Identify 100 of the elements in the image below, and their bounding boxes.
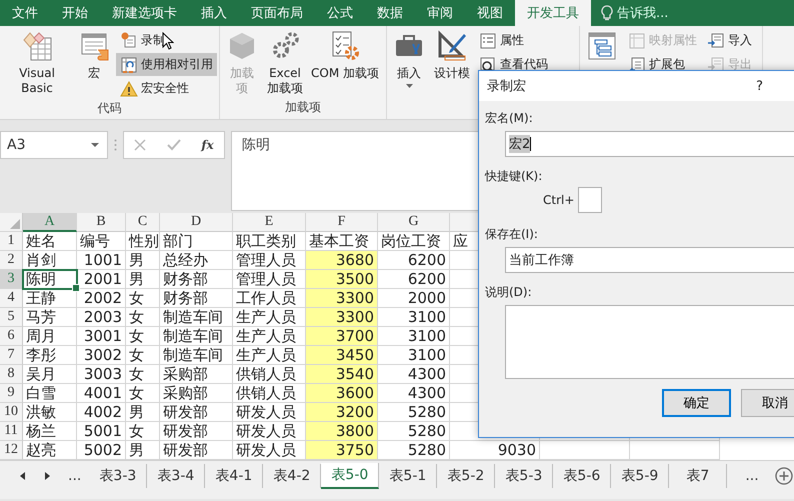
tell-me-search[interactable]: 告诉我... xyxy=(591,0,678,26)
insert-function-button[interactable]: fx xyxy=(201,138,214,152)
field-label: 说明(D): xyxy=(485,284,533,301)
row-header[interactable]: 5 xyxy=(0,308,23,327)
row-header[interactable]: 10 xyxy=(0,403,23,422)
ribbon-tab[interactable]: 文件 xyxy=(0,0,50,26)
table-cell: 采购部 xyxy=(160,384,233,403)
ribbon-button[interactable]: Excel 加载项 xyxy=(264,26,306,99)
column-header[interactable]: E xyxy=(233,213,306,232)
sheet-tab[interactable]: 表4-1 xyxy=(205,464,264,488)
scroll-right-icon[interactable] xyxy=(45,472,50,480)
relative-reference-icon xyxy=(120,56,138,74)
tree-table-icon xyxy=(586,30,618,62)
add-sheet-icon[interactable] xyxy=(774,466,793,484)
ribbon-tab[interactable]: 新建选项卡 xyxy=(100,0,189,26)
select-all-icon[interactable] xyxy=(10,219,20,229)
input-field[interactable]: 当前工作簿 xyxy=(505,247,794,273)
column-header[interactable]: F xyxy=(306,213,378,232)
ribbon-button[interactable]: 导入 xyxy=(703,29,756,52)
sheet-tab[interactable]: 表5-6 xyxy=(553,464,612,488)
table-cell: 4002 xyxy=(77,403,126,422)
ribbon-button[interactable]: 属性 xyxy=(475,29,552,52)
table-cell: 王静 xyxy=(23,289,77,308)
table-cell: 3001 xyxy=(77,327,126,346)
table-cell: 部门 xyxy=(160,232,233,251)
table-cell: 吴月 xyxy=(23,365,77,384)
table-cell[interactable]: 陈明 xyxy=(23,270,77,289)
input-field[interactable]: 宏2 xyxy=(505,131,794,157)
table-cell: 3800 xyxy=(306,422,378,441)
table-cell: 3540 xyxy=(306,365,378,384)
table-cell: 5280 xyxy=(378,422,450,441)
name-box[interactable]: A3 xyxy=(0,131,108,159)
ribbon-tab[interactable]: 插入 xyxy=(189,0,239,26)
table-cell: 3450 xyxy=(306,346,378,365)
sheet-tab[interactable]: 表3-4 xyxy=(147,464,206,488)
import-icon xyxy=(707,32,725,50)
sheet-tab[interactable]: 表5-9 xyxy=(611,464,670,488)
more-sheets-button[interactable]: ... xyxy=(68,468,82,484)
row-header[interactable]: 1 xyxy=(0,232,23,251)
checkmark-icon[interactable] xyxy=(166,139,181,151)
ribbon-tab[interactable]: 开始 xyxy=(50,0,100,26)
row-header[interactable]: 4 xyxy=(0,289,23,308)
table-cell: 女 xyxy=(126,346,160,365)
more-sheets-button[interactable]: ... xyxy=(745,468,759,484)
row-header[interactable]: 12 xyxy=(0,441,23,460)
table-cell: 性别 xyxy=(126,232,160,251)
ribbon-button[interactable]: 插入 xyxy=(389,26,429,99)
row-header[interactable]: 7 xyxy=(0,346,23,365)
table-cell: 2001 xyxy=(77,270,126,289)
sheet-tab[interactable]: 表5-0 xyxy=(321,462,380,488)
help-button[interactable]: ? xyxy=(756,78,763,94)
cancel-button[interactable]: 取消 xyxy=(740,389,794,417)
table-cell: 洪敏 xyxy=(23,403,77,422)
column-header[interactable]: B xyxy=(77,213,126,232)
description-field[interactable] xyxy=(505,305,794,379)
ribbon-button[interactable]: 使用相对引用 xyxy=(116,53,217,76)
ribbon-button[interactable]: 宏 xyxy=(74,26,114,100)
table-cell: 制造车间 xyxy=(160,346,233,365)
table-cell: 男 xyxy=(126,270,160,289)
table-cell: 肖剑 xyxy=(23,251,77,270)
cancel-icon[interactable] xyxy=(134,139,146,151)
ribbon-button[interactable]: 设计模 xyxy=(431,26,473,99)
shortcut-prefix: Ctrl+ xyxy=(543,193,574,207)
ribbon-tab[interactable]: 公式 xyxy=(315,0,365,26)
column-header[interactable]: G xyxy=(378,213,450,232)
row-header[interactable]: 2 xyxy=(0,251,23,270)
scroll-left-icon[interactable] xyxy=(20,472,25,480)
table-cell: 编号 xyxy=(77,232,126,251)
ribbon-tab[interactable]: 开发工具 xyxy=(515,0,591,26)
sheet-tab[interactable]: 表3-3 xyxy=(89,464,148,488)
row-header[interactable]: 6 xyxy=(0,327,23,346)
column-header[interactable]: D xyxy=(160,213,233,232)
row-header[interactable]: 9 xyxy=(0,384,23,403)
ok-button[interactable]: 确定 xyxy=(662,389,731,417)
ribbon-tab[interactable]: 数据 xyxy=(365,0,415,26)
ribbon-button[interactable]: 宏安全性 xyxy=(116,77,217,100)
mouse-cursor-icon xyxy=(162,32,174,51)
column-header[interactable]: C xyxy=(126,213,160,232)
table-cell: 男 xyxy=(126,403,160,422)
table-cell: 制造车间 xyxy=(160,308,233,327)
sheet-tab[interactable]: 表5-3 xyxy=(495,464,554,488)
sheet-tab[interactable]: 表5-2 xyxy=(437,464,496,488)
table-cell: 4300 xyxy=(378,384,450,403)
table-cell: 女 xyxy=(126,308,160,327)
table-cell: 姓名 xyxy=(23,232,77,251)
sheet-tab[interactable]: 表7 xyxy=(669,464,728,488)
row-header[interactable]: 8 xyxy=(0,365,23,384)
ribbon-button[interactable]: Visual Basic xyxy=(2,26,72,100)
ribbon-tab[interactable]: 审阅 xyxy=(415,0,465,26)
shortcut-key-field[interactable] xyxy=(578,187,602,213)
table-cell: 3500 xyxy=(306,270,378,289)
ribbon-tab[interactable]: 视图 xyxy=(465,0,515,26)
row-header[interactable]: 3 xyxy=(0,270,23,289)
table-cell: 3003 xyxy=(77,365,126,384)
column-header[interactable]: A xyxy=(23,213,77,232)
ribbon-button[interactable]: COM 加载项 xyxy=(308,26,382,99)
row-header[interactable]: 11 xyxy=(0,422,23,441)
sheet-tab[interactable]: 表5-1 xyxy=(379,464,438,488)
group-label: 加载项 xyxy=(284,99,322,116)
ribbon-tab[interactable]: 页面布局 xyxy=(239,0,315,26)
